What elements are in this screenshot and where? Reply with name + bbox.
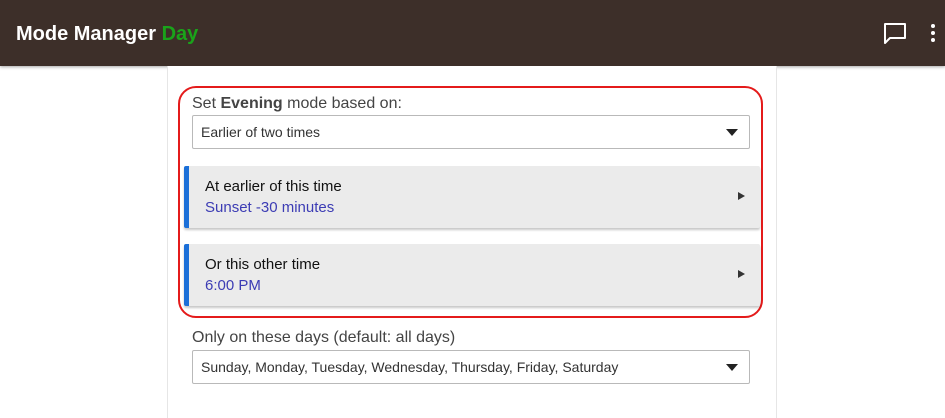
chevron-right-icon (738, 192, 745, 200)
other-time-value: 6:00 PM (205, 277, 261, 294)
other-time-title: Or this other time (205, 256, 321, 273)
evening-mode-select-value: Earlier of two times (201, 124, 321, 140)
chat-bubble-icon[interactable] (882, 21, 908, 45)
label-suffix: mode based on: (287, 95, 402, 112)
earlier-time-title: At earlier of this time (205, 178, 342, 195)
more-vertical-icon[interactable] (924, 22, 942, 44)
chevron-down-icon (726, 129, 738, 136)
days-select[interactable]: Sunday, Monday, Tuesday, Wednesday, Thur… (192, 350, 750, 384)
label-mode-name: Evening (220, 95, 283, 112)
label-prefix: Set (192, 95, 217, 112)
current-mode: Day (161, 23, 199, 45)
app-title: Mode Manager Day (16, 23, 198, 46)
earlier-time-value: Sunset -30 minutes (205, 199, 335, 216)
app-header: Mode Manager Day (0, 0, 945, 66)
evening-mode-label: Set Evening mode based on: (192, 95, 402, 113)
days-select-value: Sunday, Monday, Tuesday, Wednesday, Thur… (201, 359, 619, 375)
other-time-card[interactable]: Or this other time 6:00 PM (184, 244, 760, 306)
app-title-text: Mode Manager (16, 23, 157, 45)
earlier-time-card[interactable]: At earlier of this time Sunset -30 minut… (184, 166, 760, 228)
days-label: Only on these days (default: all days) (192, 329, 456, 346)
chevron-down-icon (726, 364, 738, 371)
evening-mode-select[interactable]: Earlier of two times (192, 115, 750, 149)
chevron-right-icon (738, 270, 745, 278)
